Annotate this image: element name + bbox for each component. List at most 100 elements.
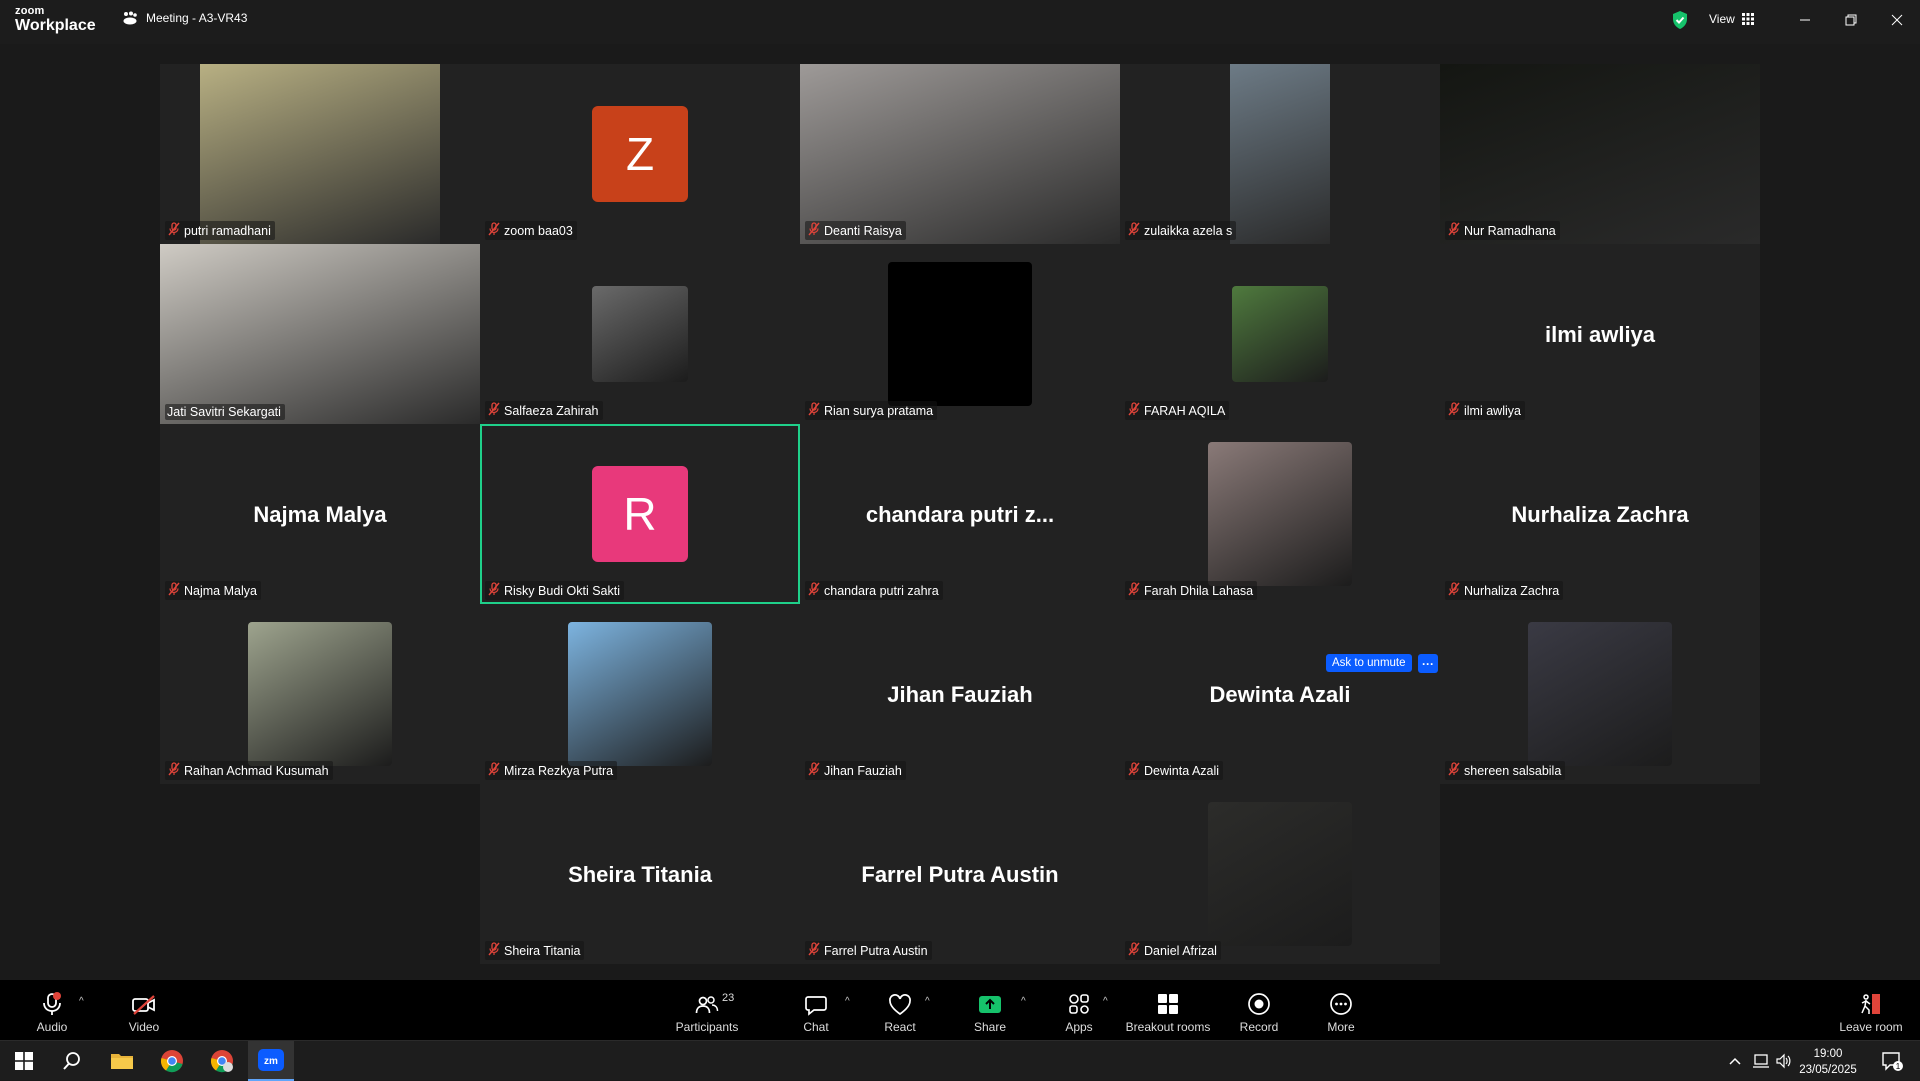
close-button[interactable]: [1882, 8, 1912, 32]
participant-tile[interactable]: chandara putri z... chandara putri zahra: [800, 424, 1120, 604]
participant-avatar: R: [592, 466, 688, 562]
participant-tile[interactable]: Rian surya pratama: [800, 244, 1120, 424]
ask-to-unmute-button[interactable]: Ask to unmute: [1326, 654, 1412, 672]
record-button[interactable]: Record: [1238, 980, 1280, 1040]
participant-name: Raihan Achmad Kusumah: [184, 763, 329, 778]
participant-tile[interactable]: Salfaeza Zahirah: [480, 244, 800, 424]
restore-button[interactable]: [1836, 8, 1866, 32]
muted-mic-icon: [487, 582, 501, 599]
participant-display-name: Sheira Titania: [568, 862, 712, 887]
participant-name-label: Mirza Rezkya Putra: [485, 761, 618, 780]
react-options-chevron-icon[interactable]: ^: [925, 996, 930, 1007]
participant-tile[interactable]: Zzoom baa03: [480, 64, 800, 244]
file-explorer-icon[interactable]: [98, 1041, 146, 1081]
zoom-logo: zoom Workplace: [15, 5, 96, 34]
participant-tile[interactable]: Farrel Putra Austin Farrel Putra Austin: [800, 784, 1120, 964]
participant-name: Farah Dhila Lahasa: [1144, 583, 1254, 598]
participant-tile[interactable]: Jihan Fauziah Jihan Fauziah: [800, 604, 1120, 784]
volume-icon[interactable]: [1775, 1041, 1791, 1081]
participant-tile[interactable]: Mirza Rezkya Putra: [480, 604, 800, 784]
muted-mic-icon: [487, 942, 501, 959]
participant-name: Farrel Putra Austin: [824, 943, 928, 958]
participant-avatar: Z: [592, 106, 688, 202]
participant-tile[interactable]: Deanti Raisya: [800, 64, 1120, 244]
muted-mic-icon: [807, 582, 821, 599]
muted-mic-icon: [1127, 762, 1141, 779]
participant-name-label: Farrel Putra Austin: [805, 941, 932, 960]
participant-tile[interactable]: zulaikka azela s: [1120, 64, 1440, 244]
participant-name-label: FARAH AQILA: [1125, 401, 1230, 420]
participant-profile-photo: [592, 286, 688, 382]
participant-video: [160, 244, 480, 424]
muted-mic-icon: [1447, 762, 1461, 779]
participants-count: 23: [722, 992, 735, 1004]
share-options-chevron-icon[interactable]: ^: [1021, 996, 1026, 1007]
participant-tile[interactable]: shereen salsabila: [1440, 604, 1760, 784]
participant-tile[interactable]: FARAH AQILA: [1120, 244, 1440, 424]
participant-tile[interactable]: Nur Ramadhana: [1440, 64, 1760, 244]
apps-button[interactable]: Apps: [1059, 980, 1099, 1040]
participant-display-name: Jihan Fauziah: [887, 682, 1033, 707]
chrome-profile-icon[interactable]: [198, 1041, 246, 1081]
search-button[interactable]: [48, 1041, 96, 1081]
network-icon[interactable]: [1752, 1041, 1770, 1081]
participant-tile[interactable]: ilmi awliya ilmi awliya: [1440, 244, 1760, 424]
participant-tile[interactable]: Sheira Titania Sheira Titania: [480, 784, 800, 964]
participant-name: Salfaeza Zahirah: [504, 403, 599, 418]
participant-tile[interactable]: Nurhaliza Zachra Nurhaliza Zachra: [1440, 424, 1760, 604]
participant-name-label: Jihan Fauziah: [805, 761, 906, 780]
participant-tile[interactable]: Jati Savitri Sekargati: [160, 244, 480, 424]
participant-name: ilmi awliya: [1464, 403, 1521, 418]
chat-options-chevron-icon[interactable]: ^: [845, 996, 850, 1007]
record-icon: [1248, 993, 1270, 1015]
show-hidden-icons-chevron-icon[interactable]: [1728, 1041, 1742, 1081]
windows-taskbar: zm 19:00 23/05/2025 1: [0, 1040, 1920, 1081]
chrome-icon[interactable]: [148, 1041, 196, 1081]
participant-tile[interactable]: Farah Dhila Lahasa: [1120, 424, 1440, 604]
participant-tile[interactable]: Najma Malya Najma Malya: [160, 424, 480, 604]
participants-icon: [695, 996, 719, 1014]
minimize-button[interactable]: [1790, 8, 1820, 32]
participant-name: Deanti Raisya: [824, 223, 902, 238]
participant-name-label: ilmi awliya: [1445, 401, 1525, 420]
apps-options-chevron-icon[interactable]: ^: [1103, 996, 1108, 1007]
muted-mic-icon: [1127, 402, 1141, 419]
video-button[interactable]: Video: [124, 980, 164, 1040]
participant-name-label: Deanti Raisya: [805, 221, 906, 240]
view-button[interactable]: View: [1709, 12, 1754, 26]
clock-date: 23/05/2025: [1799, 1064, 1857, 1076]
more-button[interactable]: More: [1321, 980, 1361, 1040]
share-button[interactable]: Share: [970, 980, 1010, 1040]
notifications-icon[interactable]: 1: [1880, 1041, 1904, 1081]
share-screen-icon: [979, 996, 1001, 1013]
participant-name-label: Risky Budi Okti Sakti: [485, 581, 625, 600]
zoom-taskbar-icon[interactable]: zm: [248, 1041, 294, 1081]
search-icon: [63, 1052, 80, 1070]
audio-options-chevron-icon[interactable]: ^: [79, 996, 84, 1007]
participant-video: [1440, 64, 1760, 244]
participant-tile[interactable]: Dewinta Azali Dewinta Azali: [1120, 604, 1440, 784]
participant-tile[interactable]: Daniel Afrizal: [1120, 784, 1440, 964]
microphone-icon: [43, 992, 61, 1015]
participant-name-label: chandara putri zahra: [805, 581, 943, 600]
participant-profile-photo: [568, 622, 712, 766]
participants-button[interactable]: Participants: [674, 980, 740, 1040]
participant-video: [200, 64, 440, 244]
system-clock[interactable]: 19:00 23/05/2025: [1790, 1046, 1866, 1078]
participant-name-label: Jati Savitri Sekargati: [165, 404, 285, 420]
participant-tile[interactable]: putri ramadhani: [160, 64, 480, 244]
encryption-shield-icon[interactable]: [1671, 10, 1689, 35]
participant-more-button[interactable]: ···: [1418, 654, 1438, 673]
breakout-rooms-button[interactable]: Breakout rooms: [1122, 980, 1214, 1040]
participant-name-label: Sheira Titania: [485, 941, 585, 960]
audio-button[interactable]: Audio: [32, 980, 72, 1040]
meeting-toolbar: Audio ^ Video Participants 23 Chat ^ Rea…: [0, 980, 1920, 1040]
svg-text:1: 1: [1896, 1062, 1901, 1071]
react-button[interactable]: React: [880, 980, 920, 1040]
start-button[interactable]: [0, 1041, 48, 1081]
leave-room-button[interactable]: Leave room: [1838, 980, 1904, 1040]
participant-tile[interactable]: R Risky Budi Okti Sakti: [480, 424, 800, 604]
participant-tile[interactable]: Raihan Achmad Kusumah: [160, 604, 480, 784]
chat-button[interactable]: Chat: [796, 980, 836, 1040]
muted-mic-icon: [1447, 402, 1461, 419]
